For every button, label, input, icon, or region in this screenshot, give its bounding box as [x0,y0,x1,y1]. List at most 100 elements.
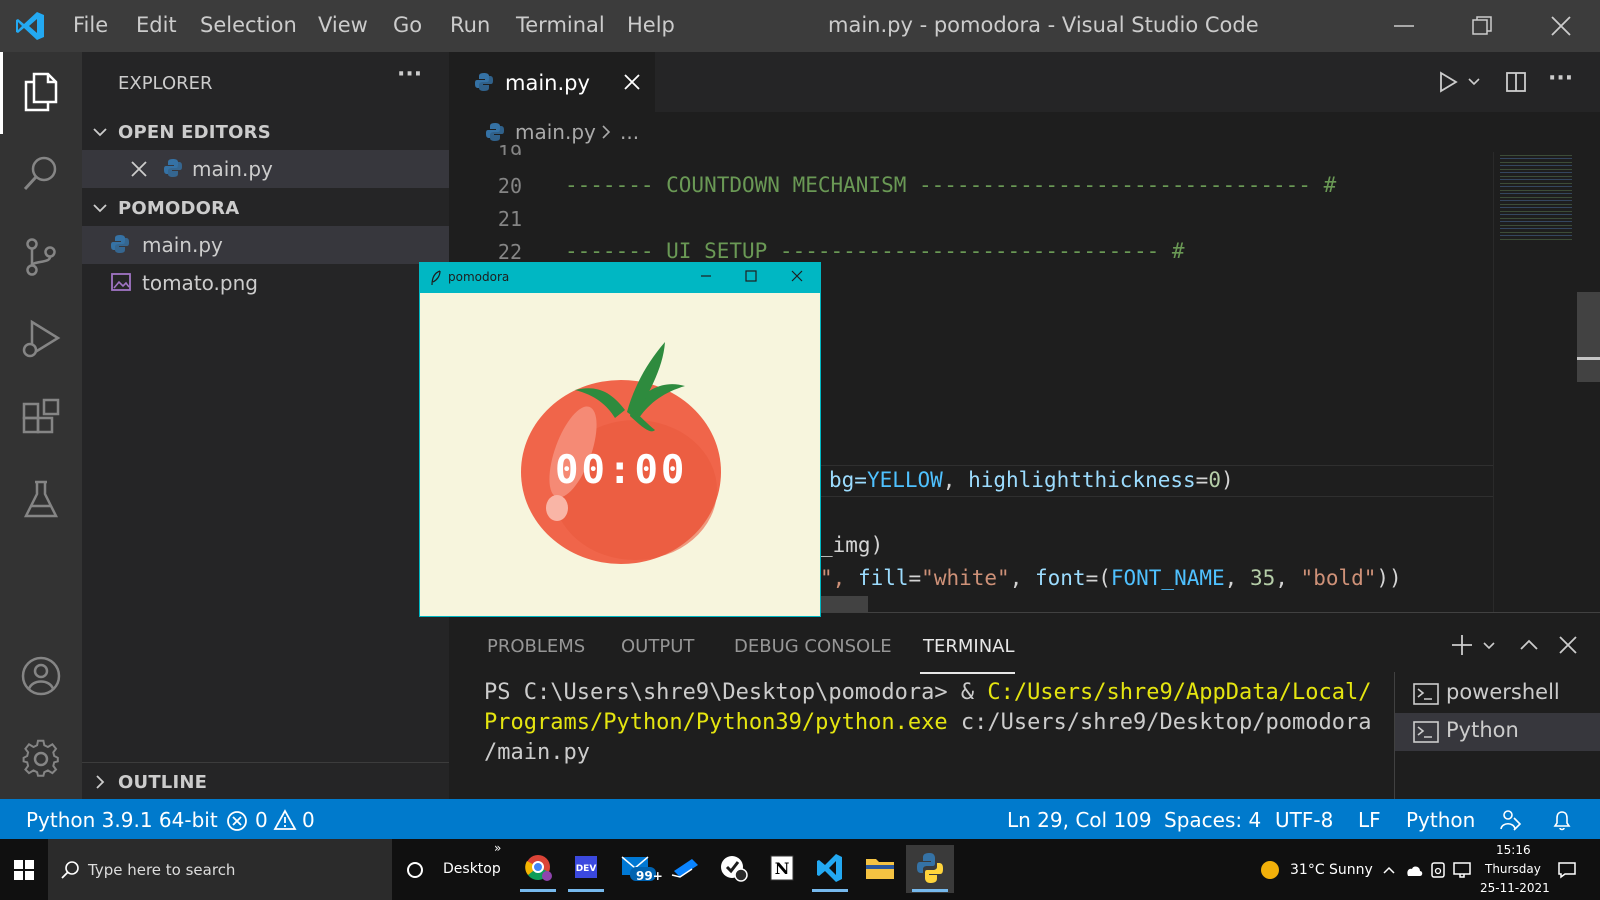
notifications-bell-icon[interactable] [1551,808,1573,832]
editor-more-actions[interactable]: ··· [1548,66,1573,91]
explorer-files-icon[interactable] [20,70,62,112]
menu-help[interactable]: Help [627,13,675,37]
open-editors-header[interactable]: OPEN EDITORS [118,122,271,143]
remote-app[interactable] [662,845,710,893]
clock-app[interactable] [710,845,758,893]
code-line-canvas-config[interactable]: bg=YELLOW, highlightthickness=0) [829,468,1234,492]
menu-go[interactable]: Go [393,13,422,37]
close-panel-icon[interactable] [1557,634,1579,656]
minimap[interactable] [1493,152,1578,612]
vertical-scrollbar-thumb[interactable] [1577,292,1600,382]
indentation[interactable]: Spaces: 4 [1164,808,1261,832]
split-editor-icon[interactable] [1504,70,1528,94]
code-comment-countdown[interactable]: ------- COUNTDOWN MECHANISM ------------… [565,173,1336,197]
dev-app[interactable]: DEV [562,845,610,893]
taskbar-search-placeholder[interactable]: Type here to search [88,861,235,879]
menu-file[interactable]: File [73,13,108,37]
code-line-image[interactable]: _img) [820,533,883,557]
warning-icon[interactable] [273,809,297,831]
clock-date[interactable]: 25-11-2021 [1480,881,1550,895]
testing-flask-icon[interactable] [20,478,62,520]
network-icon[interactable] [1452,861,1472,879]
search-icon[interactable] [20,152,62,194]
maximize-panel-chevron-up-icon[interactable] [1518,634,1540,656]
extensions-icon[interactable] [20,398,62,440]
cortana-icon[interactable] [405,860,425,880]
file-name-main[interactable]: main.py [142,233,223,257]
chevron-down-icon[interactable] [1467,76,1481,88]
tab-debug-console[interactable]: DEBUG CONSOLE [734,636,892,657]
chevron-down-icon[interactable] [1482,640,1496,652]
minimize-icon[interactable] [1390,12,1418,40]
chrome-app[interactable] [514,845,562,893]
minimize-icon[interactable] [698,268,714,284]
chevron-down-icon[interactable] [92,200,108,216]
menu-edit[interactable]: Edit [136,13,177,37]
restore-icon[interactable] [1468,12,1496,40]
accounts-icon[interactable] [20,655,62,697]
tab-problems[interactable]: PROBLEMS [487,636,585,657]
open-editor-filename[interactable]: main.py [192,157,273,181]
tab-label[interactable]: main.py [505,71,590,95]
menu-terminal[interactable]: Terminal [516,13,605,37]
menu-run[interactable]: Run [450,13,490,37]
terminal-python[interactable]: Python [1446,718,1519,742]
notion-app[interactable]: N [758,845,806,893]
new-terminal-plus-icon[interactable] [1450,633,1474,657]
chevron-right-icon[interactable] [92,774,108,790]
desktop-toolbar-label[interactable]: Desktop [443,861,501,877]
explorer-more-button[interactable]: ··· [397,62,422,87]
warning-count[interactable]: 0 [302,808,315,832]
vertical-scrollbar[interactable] [1577,152,1600,612]
error-icon[interactable] [226,810,248,832]
weather-sun-icon[interactable] [1260,860,1280,880]
breadcrumb-more[interactable]: ... [620,120,639,144]
terminal-line-2[interactable]: Programs/Python/Python39/python.exe c:/U… [484,710,1371,735]
file-explorer-app[interactable] [856,845,904,893]
settings-gear-icon[interactable] [20,738,62,780]
encoding[interactable]: UTF-8 [1275,808,1333,832]
run-debug-icon[interactable] [20,318,62,360]
python-app[interactable] [906,845,954,893]
menu-selection[interactable]: Selection [200,13,297,37]
terminal-line-1[interactable]: PS C:\Users\shre9\Desktop\pomodora> & C:… [484,680,1371,705]
close-tab-icon[interactable] [622,72,642,92]
error-count[interactable]: 0 [255,808,268,832]
drive-icon[interactable] [1430,861,1446,879]
menu-view[interactable]: View [318,13,368,37]
file-row-main[interactable] [82,226,449,264]
terminal-powershell[interactable]: powershell [1446,680,1560,704]
code-line-create-text[interactable]: ", fill="white", font=(FONT_NAME, 35, "b… [820,566,1402,590]
code-comment-ui-setup[interactable]: ------- UI SETUP -----------------------… [565,239,1185,263]
file-name-tomato[interactable]: tomato.png [142,271,258,295]
cursor-position[interactable]: Ln 29, Col 109 [1007,808,1152,832]
maximize-icon[interactable] [743,268,759,284]
python-interpreter[interactable]: Python 3.9.1 64-bit [26,808,218,832]
action-center-icon[interactable] [1557,861,1577,879]
vscode-logo-icon[interactable] [14,10,46,42]
run-file-icon[interactable] [1436,70,1460,94]
toolbar-expand-icon[interactable]: » [494,841,501,855]
tab-output[interactable]: OUTPUT [621,636,694,657]
line-ending[interactable]: LF [1358,808,1381,832]
chevron-up-icon[interactable] [1382,864,1396,876]
horizontal-scrollbar-thumb[interactable] [820,596,868,612]
live-share-person-icon[interactable] [1498,808,1522,832]
close-window-icon[interactable] [1547,12,1575,40]
clock-day[interactable]: Thursday [1485,862,1541,876]
tab-terminal[interactable]: TERMINAL [923,636,1015,657]
close-icon[interactable] [789,268,805,284]
chevron-down-icon[interactable] [92,124,108,140]
clock-time[interactable]: 15:16 [1496,843,1531,857]
breadcrumb-file[interactable]: main.py [515,120,596,144]
weather-text[interactable]: 31°C Sunny [1290,862,1373,878]
folder-header[interactable]: POMODORA [118,198,239,219]
outline-header[interactable]: OUTLINE [118,772,207,793]
close-icon[interactable] [130,160,148,178]
vscode-app[interactable] [806,845,854,893]
language-mode[interactable]: Python [1406,808,1475,832]
source-control-icon[interactable] [20,236,62,278]
terminal-line-3[interactable]: /main.py [484,740,590,765]
onedrive-cloud-icon[interactable] [1404,863,1424,877]
windows-start-icon[interactable] [14,860,34,880]
